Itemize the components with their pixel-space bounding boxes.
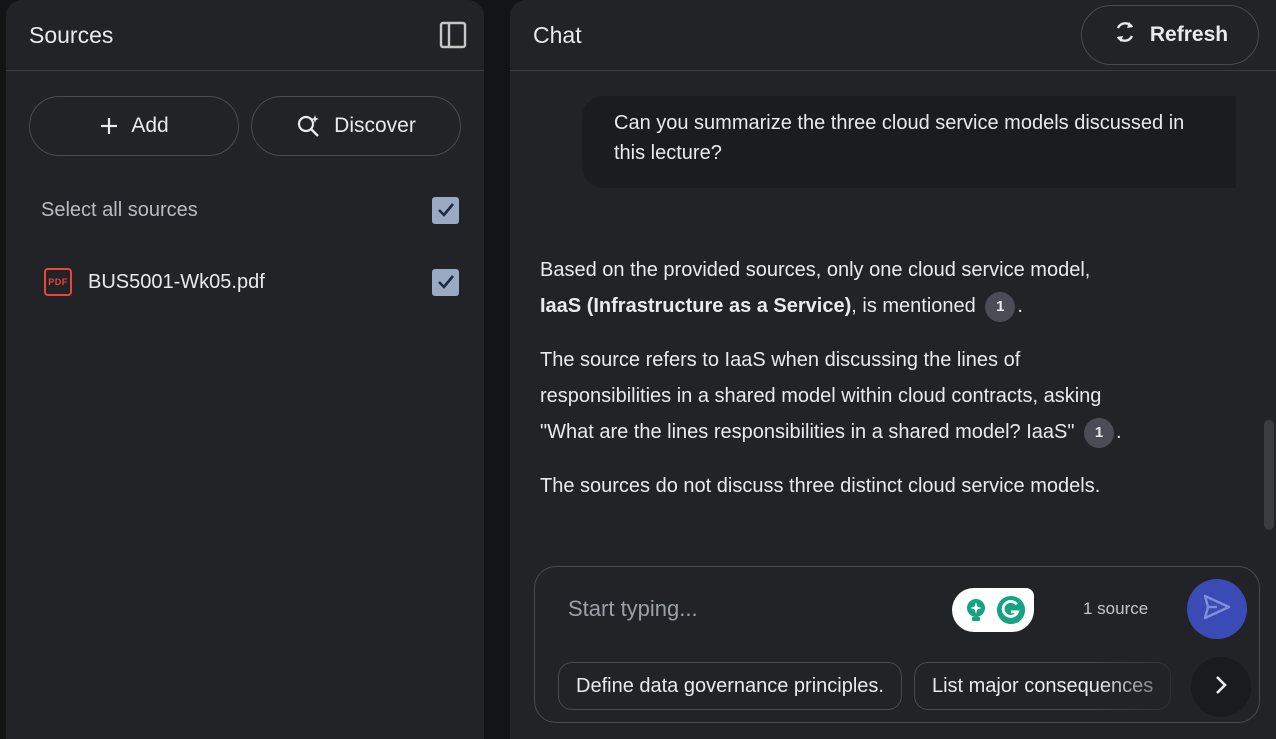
sources-panel: Sources Add Discover Select all sources … (6, 0, 484, 739)
grammarly-icon[interactable] (996, 595, 1026, 625)
response-paragraph: The sources do not discuss three distinc… (540, 468, 1150, 504)
response-text: The source refers to IaaS when discussin… (540, 349, 1102, 443)
source-item-name: BUS5001-Wk05.pdf (88, 270, 265, 293)
source-actions: Add Discover (6, 71, 484, 156)
response-text: , is mentioned (851, 295, 976, 317)
grammarly-widget[interactable] (952, 588, 1034, 632)
source-item[interactable]: PDF BUS5001-Wk05.pdf (6, 260, 484, 304)
user-message-bubble: Can you summarize the three cloud servic… (582, 96, 1236, 188)
select-all-label: Select all sources (41, 198, 198, 221)
response-bold-text: IaaS (Infrastructure as a Service) (540, 295, 852, 317)
chat-input[interactable] (568, 589, 938, 629)
send-button[interactable] (1187, 579, 1247, 639)
discover-label: Discover (334, 114, 416, 137)
chat-scrollbar[interactable] (1264, 420, 1274, 530)
check-icon (437, 275, 454, 289)
sources-title: Sources (29, 21, 114, 48)
send-icon (1202, 592, 1232, 627)
refresh-label: Refresh (1149, 23, 1229, 46)
response-text: . (1116, 421, 1122, 443)
pdf-icon: PDF (44, 268, 72, 296)
select-all-row: Select all sources (6, 188, 484, 232)
check-icon (437, 203, 454, 217)
select-all-checkbox[interactable] (432, 196, 459, 224)
chat-composer: 1 source Define data governance principl… (534, 566, 1260, 723)
suggestion-chip[interactable]: Define data governance principles. (558, 662, 902, 710)
refresh-icon (1112, 19, 1138, 51)
add-source-button[interactable]: Add (29, 96, 239, 156)
refresh-button[interactable]: Refresh (1081, 5, 1259, 65)
response-paragraph: Based on the provided sources, only one … (540, 252, 1150, 324)
response-text: . (1017, 295, 1023, 317)
app-root: Sources Add Discover Select all sources … (0, 0, 1276, 739)
lightbulb-icon[interactable] (961, 595, 991, 625)
plus-icon (99, 116, 119, 136)
response-paragraph: The source refers to IaaS when discussin… (540, 342, 1150, 450)
citation-badge[interactable]: 1 (985, 291, 1016, 322)
response-text: Based on the provided sources, only one … (540, 259, 1091, 281)
search-sparkle-icon (296, 113, 322, 139)
collapse-panel-icon[interactable] (438, 20, 468, 50)
chat-title: Chat (533, 21, 582, 48)
discover-button[interactable]: Discover (251, 96, 461, 156)
source-item-checkbox[interactable] (432, 268, 459, 296)
chevron-right-icon (1210, 674, 1232, 701)
citation-badge[interactable]: 1 (1084, 417, 1115, 448)
add-source-label: Add (131, 114, 169, 137)
source-count: 1 source (1083, 599, 1149, 618)
next-suggestions-button[interactable] (1191, 657, 1251, 717)
response-text: The sources do not discuss three distinc… (540, 475, 1101, 497)
chat-header: Chat Refresh (510, 0, 1276, 71)
suggestion-chips: Define data governance principles. List … (558, 662, 1238, 710)
chat-panel: Chat Refresh Can you summarize the three… (510, 0, 1276, 739)
suggestion-chip[interactable]: List major consequences (913, 662, 1172, 710)
assistant-response: Based on the provided sources, only one … (540, 252, 1150, 522)
chat-messages: Can you summarize the three cloud servic… (510, 72, 1276, 560)
source-item-main: PDF BUS5001-Wk05.pdf (44, 268, 265, 296)
sources-header: Sources (6, 0, 484, 71)
